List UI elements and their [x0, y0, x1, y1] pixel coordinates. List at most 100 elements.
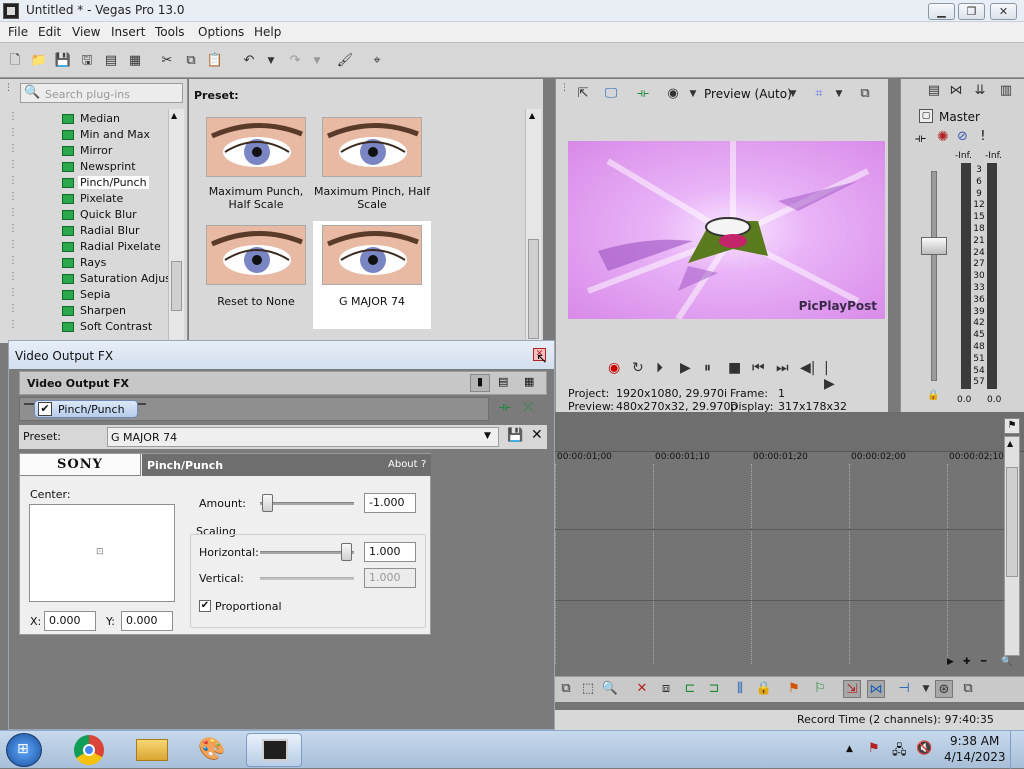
- auto-crossfade-icon[interactable]: ⋈: [867, 680, 885, 698]
- go-to-end-icon[interactable]: ⏭: [776, 360, 789, 376]
- fx-chain-item-pinch-punch[interactable]: ✔ Pinch/Punch: [34, 400, 138, 418]
- amount-slider-thumb[interactable]: [261, 494, 273, 512]
- scroll-up-icon[interactable]: ▲: [1007, 439, 1013, 448]
- preset-select[interactable]: G MAJOR 74 ▼: [107, 427, 499, 447]
- auto-ripple-icon[interactable]: ⧉: [557, 680, 575, 698]
- zoom-magnifier-icon[interactable]: 🔍: [1001, 657, 1012, 667]
- insert-fx-icon[interactable]: ⟛: [915, 131, 926, 146]
- save-preset-icon[interactable]: 💾: [507, 428, 523, 443]
- dim-output-icon[interactable]: ⇊: [971, 82, 989, 100]
- overlays-dropdown-icon[interactable]: ▼: [830, 85, 848, 103]
- quality-dropdown-icon[interactable]: ▼: [784, 85, 802, 103]
- scroll-thumb[interactable]: [1006, 467, 1018, 577]
- pause-icon[interactable]: ⏸: [704, 360, 711, 376]
- undo-dropdown-icon[interactable]: ▼: [262, 52, 280, 70]
- scroll-up-icon[interactable]: ▲: [171, 111, 177, 120]
- open-folder-icon[interactable]: 📁: [30, 52, 48, 70]
- save-icon[interactable]: 💾: [54, 52, 72, 70]
- plugin-list-item[interactable]: Rays: [62, 255, 170, 271]
- fx-view-list-icon[interactable]: ▤: [498, 375, 508, 388]
- timeline-vertical-scrollbar[interactable]: ▲: [1004, 436, 1020, 656]
- preset-item[interactable]: G MAJOR 74: [313, 221, 431, 329]
- copy-snapshot-icon[interactable]: ⧉: [856, 85, 874, 103]
- clock-date[interactable]: 4/14/2023: [944, 750, 1006, 764]
- plugin-list-item[interactable]: Radial Blur: [62, 223, 170, 239]
- previous-frame-icon[interactable]: ◀|: [800, 360, 815, 376]
- help-pointer-icon[interactable]: ⌖: [368, 52, 386, 70]
- grip-icon[interactable]: ⋮: [560, 83, 570, 103]
- plugin-search-input[interactable]: 🔍 Search plug-ins: [20, 83, 183, 103]
- preview-quality-select[interactable]: Preview (Auto): [704, 87, 792, 101]
- fx-view-single-icon[interactable]: ▮: [470, 374, 490, 392]
- master-fader-thumb[interactable]: [921, 237, 947, 255]
- volume-muted-icon[interactable]: 🔇: [916, 741, 932, 756]
- preset-scrollbar[interactable]: ▲: [525, 109, 541, 343]
- delete-preset-icon[interactable]: ✕: [531, 427, 543, 443]
- remove-plugin-icon[interactable]: ⤫: [523, 400, 533, 415]
- taskbar-chrome[interactable]: [62, 733, 118, 767]
- cut-icon[interactable]: ✂: [158, 52, 176, 70]
- preset-item[interactable]: Maximum Punch, Half Scale: [197, 113, 315, 221]
- close-button[interactable]: ✕: [990, 3, 1017, 20]
- delete-icon[interactable]: ✕: [633, 680, 651, 698]
- overlays-icon[interactable]: ⌗: [810, 85, 828, 103]
- plugin-list-item[interactable]: Sepia: [62, 287, 170, 303]
- scroll-up-icon[interactable]: ▲: [529, 111, 535, 120]
- trim-icon[interactable]: ⧈: [657, 680, 675, 698]
- minimize-button[interactable]: ▁: [928, 3, 955, 20]
- maximize-button[interactable]: ❐: [958, 3, 985, 20]
- amount-input[interactable]: -1.000: [364, 493, 416, 513]
- solo-icon[interactable]: ǃ: [981, 129, 985, 144]
- zoom-tool-icon[interactable]: 🔍: [601, 680, 619, 698]
- external-monitor-icon[interactable]: 🖵: [602, 85, 620, 103]
- mixer-icon[interactable]: ▥: [997, 82, 1015, 100]
- marker-flag-icon[interactable]: ⚑: [1004, 418, 1020, 434]
- show-hidden-icons[interactable]: ▲: [846, 744, 853, 754]
- play-icon[interactable]: ▶: [680, 360, 691, 376]
- ignore-grouping-icon[interactable]: ⇲: [843, 680, 861, 698]
- lock-envelopes-icon[interactable]: ⊛: [935, 680, 953, 698]
- plugin-list-item[interactable]: Pinch/Punch: [62, 175, 170, 191]
- menu-file[interactable]: File: [8, 25, 28, 39]
- undo-icon[interactable]: ↶: [240, 52, 258, 70]
- menu-help[interactable]: Help: [254, 25, 281, 39]
- scroll-thumb[interactable]: [171, 261, 182, 311]
- fx-dropdown-icon[interactable]: ▼: [684, 85, 702, 103]
- horizontal-slider[interactable]: [260, 551, 354, 554]
- selection-icon[interactable]: ⬚: [579, 680, 597, 698]
- enable-snapping-icon[interactable]: 🖌: [336, 52, 354, 70]
- paste-icon[interactable]: 📋: [206, 52, 224, 70]
- split-icon[interactable]: ⫼: [731, 680, 749, 698]
- video-fx-icon[interactable]: ◉: [664, 85, 682, 103]
- network-icon[interactable]: 🖧: [892, 741, 907, 763]
- explorer-scrollbar[interactable]: ▲: [168, 109, 184, 341]
- plugin-chain-icon[interactable]: ⟛: [499, 400, 511, 415]
- menu-view[interactable]: View: [72, 25, 100, 39]
- copy-icon[interactable]: ⧉: [182, 52, 200, 70]
- plugin-list-item[interactable]: Saturation Adjust: [62, 271, 175, 287]
- go-to-start-icon[interactable]: ⏮: [752, 360, 765, 376]
- record-icon[interactable]: ◉: [608, 360, 620, 376]
- plugin-list-item[interactable]: Quick Blur: [62, 207, 170, 223]
- center-x-input[interactable]: 0.000: [44, 611, 96, 631]
- plugin-list-item[interactable]: Median: [62, 111, 170, 127]
- master-fader-track[interactable]: [931, 171, 937, 381]
- proportional-checkbox[interactable]: ✔: [199, 600, 211, 612]
- insert-marker-icon[interactable]: ⚑: [785, 680, 803, 698]
- split-screen-icon[interactable]: ⟛: [634, 85, 652, 103]
- scroll-right-icon[interactable]: ▶: [947, 657, 954, 667]
- zoom-in-icon[interactable]: ✚: [963, 657, 971, 667]
- about-link[interactable]: About: [388, 459, 418, 470]
- stop-icon[interactable]: ■: [728, 360, 741, 376]
- loop-playback-icon[interactable]: ↻: [632, 360, 644, 376]
- fx-enable-checkbox[interactable]: ✔: [38, 402, 52, 416]
- menu-edit[interactable]: Edit: [38, 25, 61, 39]
- menu-tools[interactable]: Tools: [155, 25, 185, 39]
- preview-properties-icon[interactable]: ⇱: [574, 85, 592, 103]
- zoom-out-icon[interactable]: ━: [981, 657, 986, 667]
- master-properties-icon[interactable]: ▤: [925, 82, 943, 100]
- plugin-list-item[interactable]: Min and Max: [62, 127, 170, 143]
- save-as-icon[interactable]: 🖫: [78, 52, 96, 70]
- taskbar-explorer[interactable]: [124, 733, 180, 767]
- insert-region-icon[interactable]: ⚐: [811, 680, 829, 698]
